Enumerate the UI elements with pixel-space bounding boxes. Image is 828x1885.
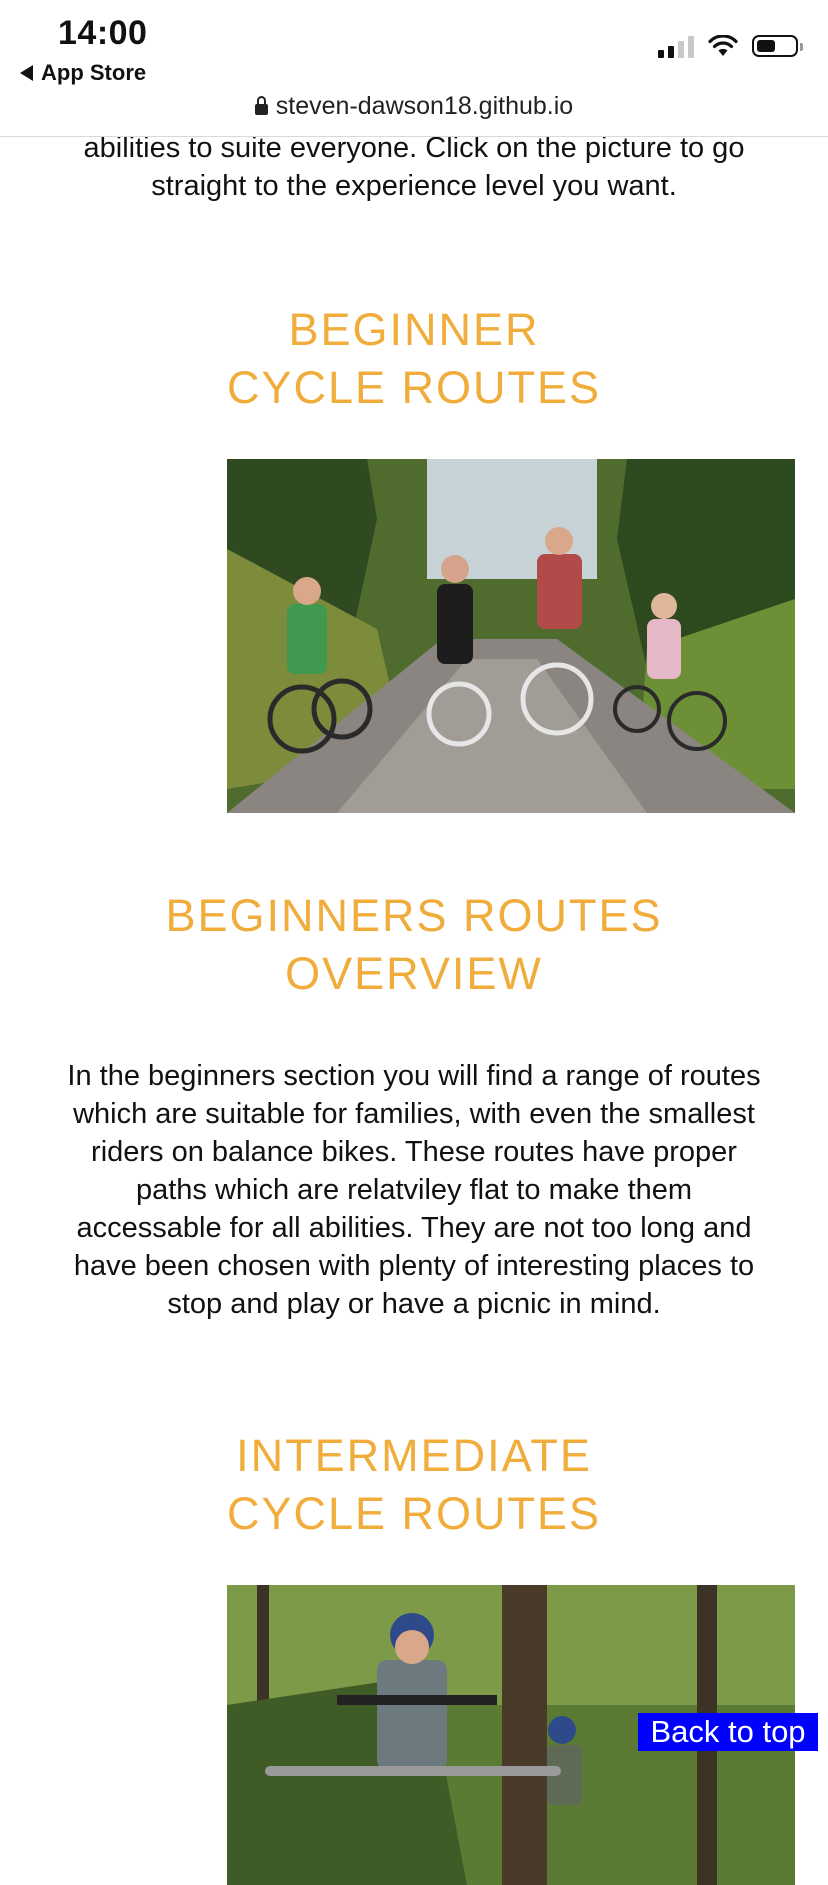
back-to-app-store-link[interactable]: App Store (20, 60, 146, 86)
beginner-heading: BEGINNER CYCLE ROUTES (0, 301, 828, 417)
back-app-label: App Store (41, 60, 147, 85)
beginner-routes-photo[interactable] (227, 459, 795, 813)
overview-heading: BEGINNERS ROUTES OVERVIEW (0, 887, 828, 1003)
back-to-top-button[interactable]: Back to top (638, 1713, 818, 1751)
overview-heading-line2: OVERVIEW (285, 948, 543, 999)
overview-text: In the beginners section you will find a… (67, 1060, 761, 1320)
lock-icon (254, 96, 268, 115)
intermediate-heading: INTERMEDIATE CYCLE ROUTES (0, 1427, 828, 1543)
wifi-icon (708, 35, 738, 56)
family-cycling-image (227, 459, 795, 813)
url-text: steven-dawson18.github.io (275, 92, 574, 120)
back-arrow-icon (20, 65, 33, 81)
status-bar: 14:00 App Store steven-dawson18.github.i… (0, 0, 828, 137)
status-icons (658, 34, 803, 58)
intro-text: abilities to suite everyone. Click on th… (83, 132, 745, 202)
intermediate-heading-line1: INTERMEDIATE (236, 1430, 592, 1481)
page-content: abilities to suite everyone. Click on th… (0, 129, 828, 1885)
address-bar[interactable]: steven-dawson18.github.io (0, 92, 828, 121)
beginner-heading-line2: CYCLE ROUTES (226, 362, 602, 413)
clock: 14:00 (58, 14, 148, 52)
overview-heading-line1: BEGINNERS ROUTES (165, 890, 663, 941)
home-indicator[interactable] (265, 1766, 561, 1776)
beginner-heading-line1: BEGINNER (288, 304, 540, 355)
cellular-signal-icon (658, 34, 694, 58)
intermediate-heading-line2: CYCLE ROUTES (226, 1488, 602, 1539)
battery-icon (752, 35, 803, 57)
